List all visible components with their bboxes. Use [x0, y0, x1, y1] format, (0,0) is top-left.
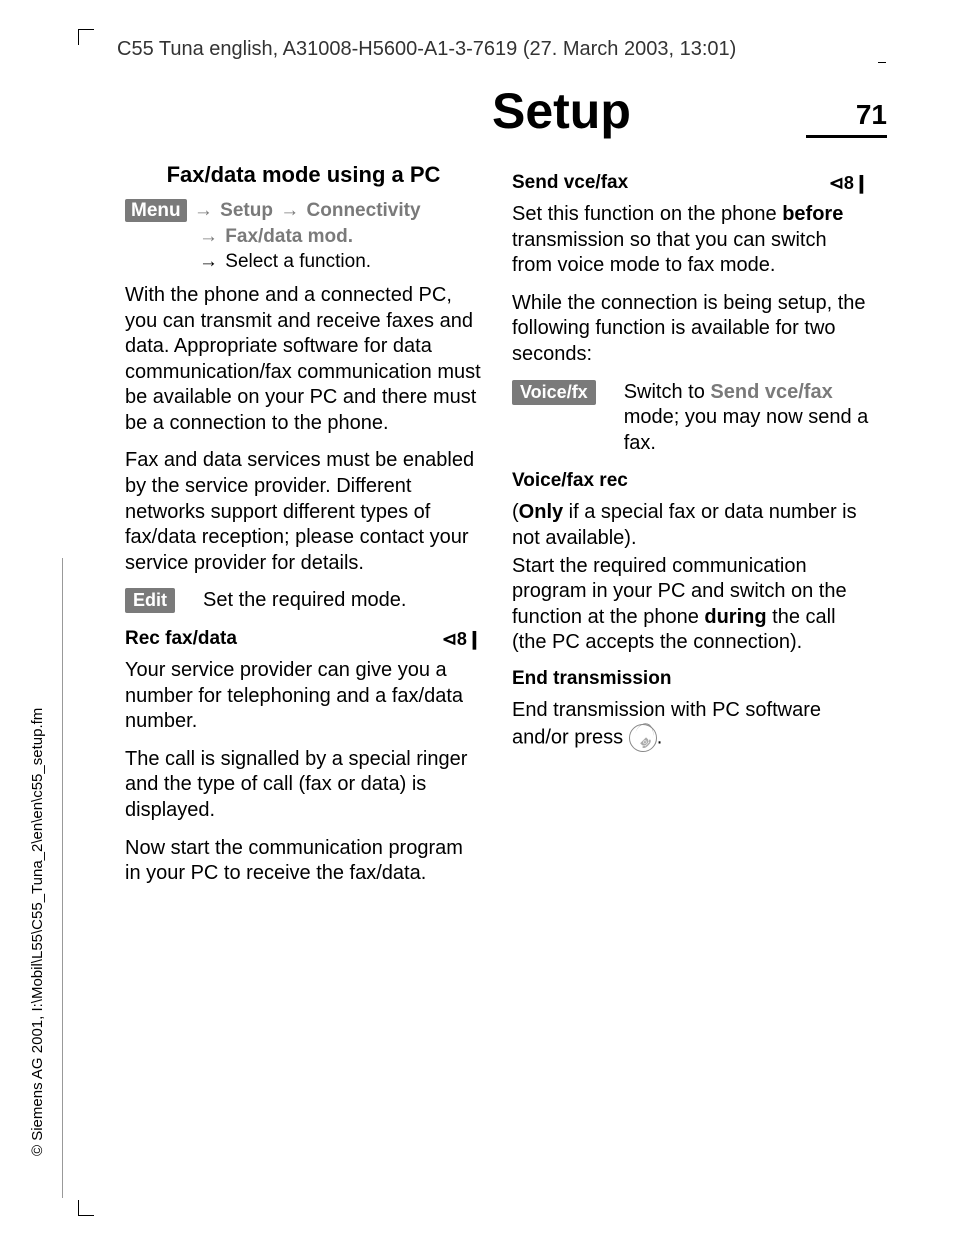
- crop-mark-bottom-left: [78, 1200, 94, 1216]
- paragraph: Your service provider can give you a num…: [125, 658, 482, 735]
- paragraph: Fax and data services must be enabled by…: [125, 448, 482, 576]
- side-divider-line: [62, 558, 63, 1198]
- paragraph: With the phone and a connected PC, you c…: [125, 283, 482, 437]
- crop-mark-right: [878, 62, 886, 63]
- crop-mark-top-left: [78, 29, 94, 45]
- right-column: Send vce/fax ⊲8❙ Set this function on th…: [512, 162, 869, 899]
- grey-inline-send-vce-fax: Send vce/fax: [710, 381, 832, 403]
- text-run: Set this function on the phone: [512, 203, 782, 225]
- arrow-icon: →: [199, 226, 218, 247]
- subheading-voicefax-rec: Voice/fax rec: [512, 470, 869, 492]
- text-run: if a special fax or data number is not a…: [512, 501, 857, 549]
- subheading-end-transmission: End transmission: [512, 668, 869, 690]
- paragraph: End transmission with PC software and/or…: [512, 698, 869, 752]
- bold-word-only: Only: [519, 501, 563, 523]
- text-run: transmission so that you can switch from…: [512, 229, 827, 277]
- provider-dependent-icon: ⊲8❙: [442, 629, 482, 650]
- paragraph: The call is signalled by a special ringe…: [125, 747, 482, 824]
- menu-step-connectivity: Connectivity: [307, 200, 421, 221]
- subheading-text: End transmission: [512, 668, 671, 690]
- bold-word-before: before: [782, 203, 843, 225]
- subheading-text: Send vce/fax: [512, 172, 628, 194]
- provider-dependent-icon: ⊲8❙: [829, 173, 869, 194]
- menu-navigation-path: Menu → Setup → Connectivity → Fax/data m…: [125, 198, 482, 275]
- arrow-icon: →: [199, 251, 218, 272]
- copyright-filepath: © Siemens AG 2001, I:\Mobil\L55\C55_Tuna…: [29, 708, 46, 1156]
- subheading-text: Rec fax/data: [125, 628, 237, 650]
- menu-step-select: Select a function.: [225, 251, 371, 272]
- menu-step-setup: Setup: [220, 200, 273, 221]
- paragraph: Start the required communication program…: [512, 554, 869, 656]
- page-title: Setup: [117, 82, 806, 140]
- text-run: mode; you may now send a fax.: [624, 406, 869, 454]
- paragraph: Now start the communication program in y…: [125, 836, 482, 887]
- voicefx-description: Switch to Send vce/fax mode; you may now…: [624, 380, 869, 457]
- paragraph: While the connection is being setup, the…: [512, 291, 869, 368]
- text-run: Switch to: [624, 381, 711, 403]
- paragraph: (Only if a special fax or data number is…: [512, 500, 869, 551]
- subheading-rec-fax: Rec fax/data ⊲8❙: [125, 628, 482, 650]
- menu-step-faxdata: Fax/data mod.: [225, 226, 353, 247]
- subheading-send-vce-fax: Send vce/fax ⊲8❙: [512, 172, 869, 194]
- arrow-icon: →: [194, 200, 213, 221]
- left-column: Fax/data mode using a PC Menu → Setup → …: [125, 162, 482, 899]
- edit-description: Set the required mode.: [203, 588, 482, 614]
- menu-softkey: Menu: [125, 199, 187, 222]
- subheading-text: Voice/fax rec: [512, 470, 628, 492]
- paragraph: Set this function on the phone before tr…: [512, 202, 869, 279]
- end-call-icon: [629, 724, 657, 752]
- section-heading-fax-pc: Fax/data mode using a PC: [125, 162, 482, 188]
- text-run: End transmission with PC software and/or…: [512, 699, 821, 748]
- arrow-icon: →: [280, 200, 299, 221]
- softkey-row-voicefx: Voice/fx Switch to Send vce/fax mode; yo…: [512, 380, 869, 457]
- text-run: (: [512, 501, 519, 523]
- content-columns: Fax/data mode using a PC Menu → Setup → …: [125, 162, 869, 899]
- bold-word-during: during: [704, 606, 766, 628]
- text-run: .: [657, 726, 663, 748]
- voicefx-softkey: Voice/fx: [512, 380, 596, 405]
- softkey-row-edit: Edit Set the required mode.: [125, 588, 482, 614]
- page-number: 71: [806, 99, 887, 138]
- document-header: C55 Tuna english, A31008-H5600-A1-3-7619…: [117, 38, 736, 61]
- title-bar: Setup 71: [117, 82, 887, 140]
- edit-softkey: Edit: [125, 588, 175, 613]
